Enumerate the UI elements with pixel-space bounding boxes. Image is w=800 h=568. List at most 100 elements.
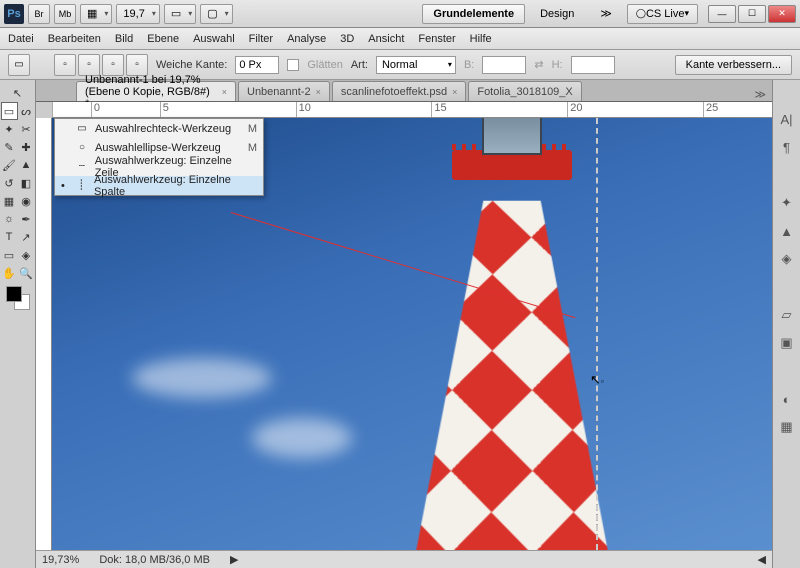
menu-datei[interactable]: Datei <box>8 33 34 45</box>
column-icon: ┊ <box>75 180 88 191</box>
crop-tool[interactable]: ✂ <box>18 120 35 138</box>
type-tool[interactable]: T <box>1 228 18 246</box>
menu-ansicht[interactable]: Ansicht <box>368 33 404 45</box>
eyedropper-tool[interactable]: ✎ <box>1 138 18 156</box>
dodge-tool[interactable]: ☼ <box>1 210 18 228</box>
width-input <box>482 56 526 74</box>
minibridge-button[interactable]: Mb <box>54 4 76 24</box>
lasso-tool[interactable]: ᔕ <box>18 102 35 120</box>
bridge-button[interactable]: Br <box>28 4 50 24</box>
flyout-label: Auswahlrechteck-Werkzeug <box>95 123 231 135</box>
hand-tool[interactable]: ✋ <box>1 264 18 282</box>
tab-overflow[interactable]: ≫ <box>748 88 772 101</box>
menu-filter[interactable]: Filter <box>249 33 273 45</box>
ruler-horizontal[interactable]: 0 5 10 15 20 25 <box>52 102 772 118</box>
close-icon[interactable]: × <box>222 87 227 97</box>
flyout-label: Auswahlellipse-Werkzeug <box>95 142 221 154</box>
feather-input[interactable] <box>235 56 279 74</box>
paragraph-panel-icon[interactable]: ¶ <box>778 138 796 156</box>
ruler-tick: 10 <box>296 102 432 117</box>
photoshop-icon: Ps <box>4 4 24 24</box>
scroll-left-icon[interactable]: ◀ <box>758 553 766 566</box>
stamp-tool[interactable]: ▲ <box>18 156 35 174</box>
maximize-button[interactable]: ☐ <box>738 5 766 23</box>
menu-analyse[interactable]: Analyse <box>287 33 326 45</box>
tool-preset-icon[interactable]: ▭ <box>8 54 30 76</box>
ruler-vertical[interactable] <box>36 118 52 568</box>
menu-auswahl[interactable]: Auswahl <box>193 33 235 45</box>
zoom-select[interactable]: 19,7 <box>116 4 159 24</box>
eraser-tool[interactable]: ◧ <box>18 174 35 192</box>
history-brush-tool[interactable]: ↺ <box>1 174 18 192</box>
antialias-checkbox[interactable] <box>287 59 299 71</box>
selection-new-icon[interactable]: ▫ <box>54 54 76 76</box>
width-label: B: <box>464 59 474 71</box>
path-tool[interactable]: ↗ <box>18 228 35 246</box>
menu-hilfe[interactable]: Hilfe <box>470 33 492 45</box>
wand-tool[interactable]: ✦ <box>1 120 18 138</box>
tab-scanline[interactable]: scanlinefotoeffekt.psd × <box>332 81 466 101</box>
cslive-button[interactable]: ◯ CS Live ▾ <box>627 4 698 24</box>
3d-tool[interactable]: ◈ <box>18 246 35 264</box>
selection-intersect-icon[interactable]: ▫ <box>126 54 148 76</box>
cursor-icon: ↖▫ <box>590 372 604 388</box>
workspace-grundelemente[interactable]: Grundelemente <box>422 4 525 24</box>
minimize-button[interactable]: — <box>708 5 736 23</box>
ruler-tick: 25 <box>703 102 772 117</box>
style-select[interactable]: Normal <box>376 56 456 74</box>
ellipse-icon: ○ <box>75 142 89 153</box>
style-label: Art: <box>351 59 368 71</box>
menu-bearbeiten[interactable]: Bearbeiten <box>48 33 101 45</box>
clone-panel-icon[interactable]: ▲ <box>778 222 796 240</box>
zoom-value[interactable]: 19,73% <box>42 554 79 566</box>
info-panel-icon[interactable]: ◐ <box>778 390 796 408</box>
tab-fotolia[interactable]: Fotolia_3018109_X <box>468 81 581 101</box>
cslive-label: CS Live <box>646 8 685 20</box>
workspace-design[interactable]: Design <box>529 4 585 24</box>
nav-panel-icon[interactable]: ◈ <box>778 250 796 268</box>
tab-label: scanlinefotoeffekt.psd <box>341 86 447 98</box>
ruler-tick: 0 <box>91 102 160 117</box>
swatches-panel-icon[interactable]: ▦ <box>778 418 796 436</box>
menu-ebene[interactable]: Ebene <box>147 33 179 45</box>
screen-mode-select[interactable]: ▢ <box>200 4 232 24</box>
flyout-single-column[interactable]: •┊ Auswahlwerkzeug: Einzelne Spalte <box>55 176 263 195</box>
status-arrow-icon[interactable]: ▶ <box>230 553 238 566</box>
doc-size[interactable]: Dok: 18,0 MB/36,0 MB <box>99 554 210 566</box>
view-extras-select[interactable]: ▦ <box>80 4 112 24</box>
close-button[interactable]: ✕ <box>768 5 796 23</box>
gradient-tool[interactable]: ▦ <box>1 192 18 210</box>
menu-bild[interactable]: Bild <box>115 33 133 45</box>
column-selection <box>596 118 598 550</box>
selection-subtract-icon[interactable]: ▫ <box>102 54 124 76</box>
status-bar: 19,73% Dok: 18,0 MB/36,0 MB ▶ ◀ <box>36 550 772 568</box>
shape-tool[interactable]: ▭ <box>1 246 18 264</box>
right-dock: A| ¶ ✦ ▲ ◈ ▱ ▣ ◐ ▦ <box>772 80 800 568</box>
healing-tool[interactable]: ✚ <box>18 138 35 156</box>
menu-fenster[interactable]: Fenster <box>418 33 455 45</box>
color-swatch[interactable] <box>6 286 30 310</box>
actions-panel-icon[interactable]: ▣ <box>778 334 796 352</box>
antialias-label: Glätten <box>307 59 342 71</box>
character-panel-icon[interactable]: A| <box>778 110 796 128</box>
brush-tool[interactable]: 🖌 <box>1 156 18 174</box>
flyout-rectangle-marquee[interactable]: ▭ Auswahlrechteck-Werkzeug M <box>55 119 263 138</box>
blur-tool[interactable]: ◉ <box>18 192 35 210</box>
refine-edge-button[interactable]: Kante verbessern... <box>675 55 792 75</box>
marquee-tool-flyout: ▭ Auswahlrechteck-Werkzeug M ○ Auswahlel… <box>54 118 264 196</box>
tab-unbenannt1[interactable]: Unbenannt-1 bei 19,7% (Ebene 0 Kopie, RG… <box>76 81 236 101</box>
selection-add-icon[interactable]: ▫ <box>78 54 100 76</box>
brush-panel-icon[interactable]: ✦ <box>778 194 796 212</box>
pen-tool[interactable]: ✒ <box>18 210 35 228</box>
row-icon: ┄ <box>75 161 89 172</box>
close-icon[interactable]: × <box>452 87 457 97</box>
marquee-tool[interactable]: ▭ <box>1 102 18 120</box>
arrange-select[interactable]: ▭ <box>164 4 196 24</box>
tab-unbenannt2[interactable]: Unbenannt-2× <box>238 81 330 101</box>
transform-panel-icon[interactable]: ▱ <box>778 306 796 324</box>
workspace-more[interactable]: ≫ <box>589 4 623 24</box>
menu-3d[interactable]: 3D <box>340 33 354 45</box>
close-icon[interactable]: × <box>316 87 321 97</box>
zoom-tool[interactable]: 🔍 <box>18 264 35 282</box>
move-tool[interactable]: ↖ <box>9 84 26 102</box>
